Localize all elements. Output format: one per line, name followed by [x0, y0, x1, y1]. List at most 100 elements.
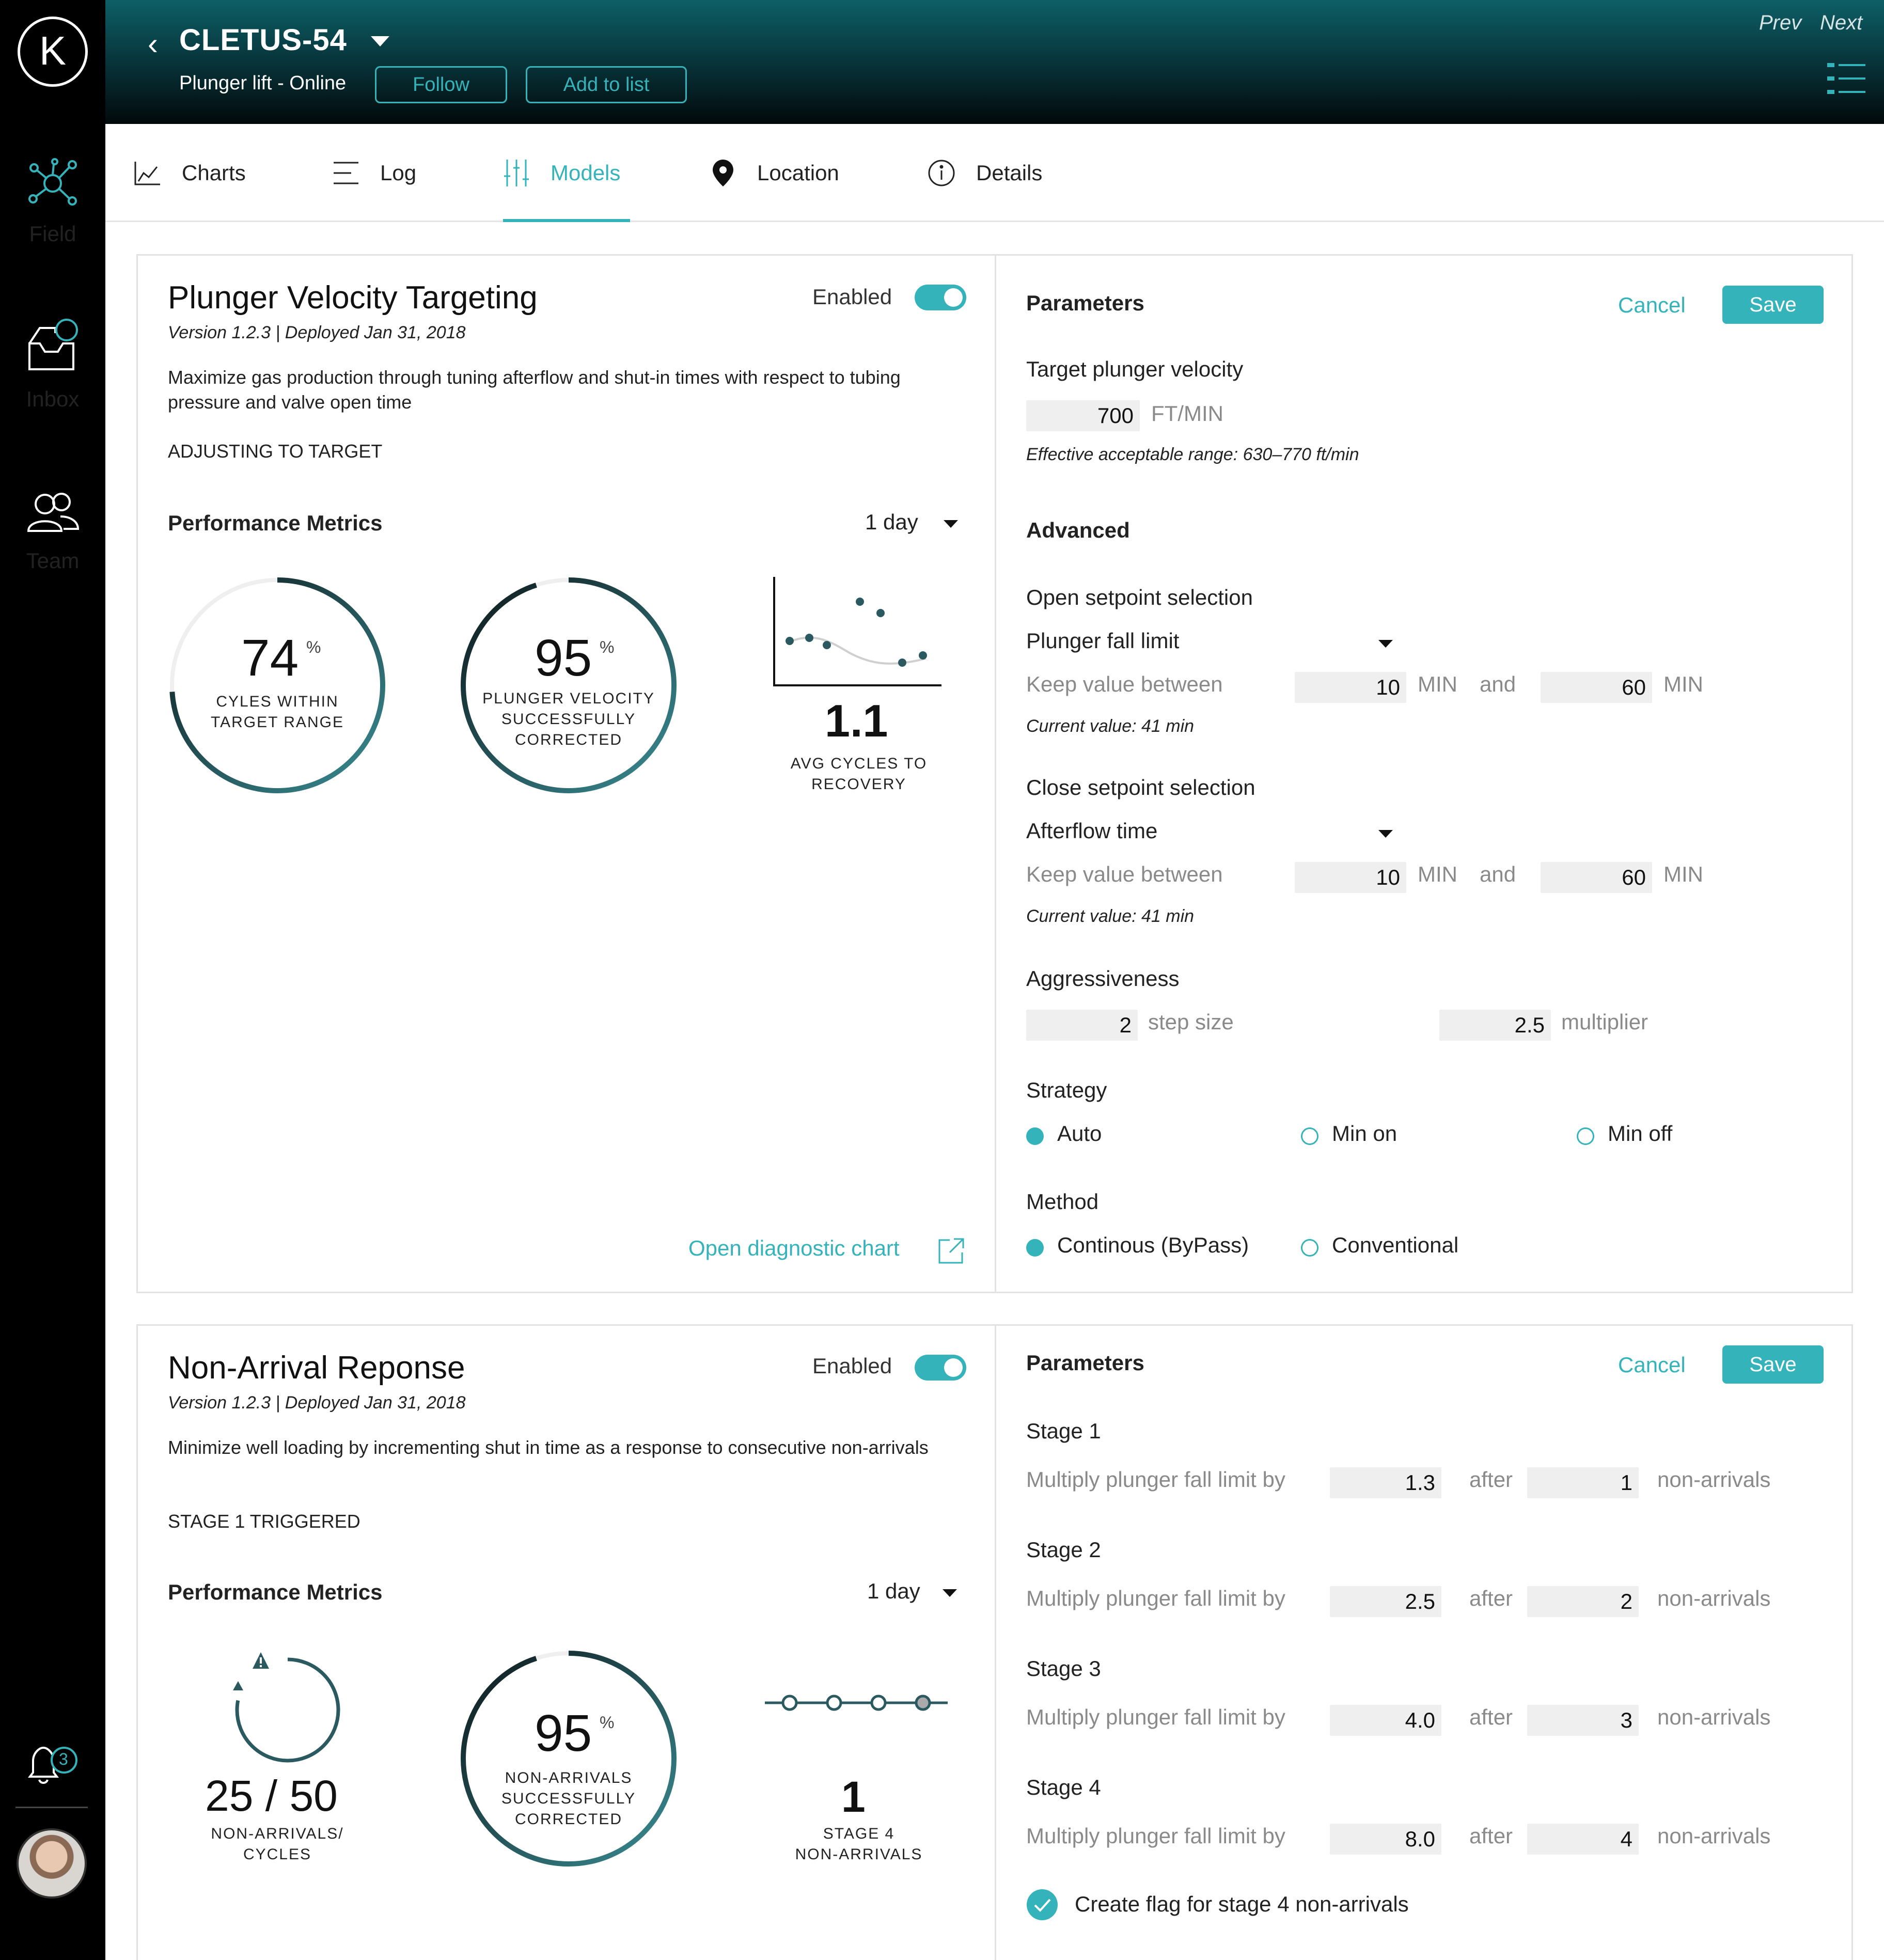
strategy-min-on-radio[interactable]	[1301, 1127, 1318, 1145]
list-toggle-icon[interactable]	[1827, 61, 1866, 97]
strategy-min-on-label[interactable]: Min on	[1332, 1121, 1397, 1146]
enabled-label-2: Enabled	[812, 1354, 892, 1378]
tab-models[interactable]: Models	[503, 124, 620, 222]
nav-inbox[interactable]: Inbox	[0, 318, 105, 412]
tab-location[interactable]: Location	[710, 124, 839, 222]
open-min-input[interactable]: 10	[1295, 672, 1406, 703]
period-select-2[interactable]: 1 day	[867, 1579, 920, 1604]
gauge2-caption-line2: SUCCESSFULLY	[501, 711, 636, 728]
open-current-value: Current value: 41 min	[1026, 716, 1195, 736]
period-select[interactable]: 1 day	[865, 510, 918, 535]
flag-label[interactable]: Create flag for stage 4 non-arrivals	[1075, 1892, 1409, 1917]
app-logo[interactable]: K	[18, 17, 88, 87]
model-card-nonarrival: Non-Arrival Reponse Enabled Version 1.2.…	[136, 1324, 1853, 1960]
close-max-input[interactable]: 60	[1541, 862, 1652, 893]
notification-count: 3	[59, 1750, 68, 1768]
model2-status: STAGE 1 TRIGGERED	[168, 1511, 360, 1532]
stat1-caption-line1: NON-ARRIVALS/	[211, 1825, 344, 1842]
save-button-2[interactable]: Save	[1722, 1345, 1824, 1384]
cancel-button-2[interactable]: Cancel	[1618, 1353, 1686, 1377]
stage1-count-input[interactable]: 1	[1527, 1467, 1639, 1498]
period-caret-icon-2[interactable]	[943, 1589, 957, 1597]
notifications[interactable]: 3	[25, 1741, 82, 1790]
stage4-count-input[interactable]: 4	[1527, 1824, 1639, 1855]
tab-active-underline	[503, 219, 630, 222]
stage1-after-label: after	[1469, 1467, 1513, 1492]
advanced-title: Advanced	[1026, 518, 1130, 542]
cancel-button[interactable]: Cancel	[1618, 293, 1686, 318]
open-setpoint-select[interactable]: Plunger fall limit	[1026, 629, 1179, 653]
enabled-label: Enabled	[812, 285, 892, 309]
step-size-input[interactable]: 2	[1026, 1010, 1138, 1041]
model-description: Maximize gas production through tuning a…	[168, 367, 901, 413]
close-setpoint-select[interactable]: Afterflow time	[1026, 819, 1157, 843]
parameters-title: Parameters	[1026, 291, 1144, 315]
flag-checkbox-icon[interactable]	[1026, 1889, 1058, 1921]
user-avatar[interactable]	[17, 1828, 87, 1899]
follow-button[interactable]: Follow	[375, 66, 507, 103]
stage1-factor-input[interactable]: 1.3	[1330, 1467, 1441, 1498]
gauge1-caption-line1: CYLES WITHIN	[216, 693, 339, 710]
prev-link[interactable]: Prev	[1759, 11, 1801, 35]
open-diagnostic-chart-link[interactable]: Open diagnostic chart	[688, 1236, 900, 1261]
method-conventional-label[interactable]: Conventional	[1332, 1233, 1458, 1258]
enabled-toggle-2[interactable]	[915, 1355, 966, 1381]
close-setpoint-caret-icon[interactable]	[1378, 830, 1393, 838]
back-chevron-icon[interactable]: ‹	[148, 26, 158, 61]
multiplier-input[interactable]: 2.5	[1439, 1010, 1551, 1041]
save-button[interactable]: Save	[1722, 286, 1824, 324]
stage3-label: Stage 3	[1026, 1656, 1101, 1681]
strategy-auto-label[interactable]: Auto	[1057, 1121, 1102, 1146]
info-icon	[928, 160, 955, 186]
stage4-after-label: after	[1469, 1824, 1513, 1848]
aggressiveness-label: Aggressiveness	[1026, 966, 1180, 991]
tab-bar: Charts Log Models Location Details	[105, 124, 1884, 222]
add-to-list-button[interactable]: Add to list	[526, 66, 687, 103]
stage3-after-label: after	[1469, 1705, 1513, 1729]
period-caret-icon[interactable]	[944, 520, 958, 528]
gauge2-unit: %	[600, 638, 615, 656]
close-min-input[interactable]: 10	[1295, 862, 1406, 893]
model-summary: Plunger Velocity Targeting Enabled Versi…	[138, 256, 996, 1292]
nav-team[interactable]: Team	[0, 490, 105, 573]
target-velocity-input[interactable]: 700	[1026, 400, 1140, 431]
stat3-caption-line1: AVG CYCLES TO	[790, 755, 928, 772]
tab-details[interactable]: Details	[928, 124, 1042, 222]
stat1-value: 25 / 50	[205, 1771, 338, 1820]
open-max-input[interactable]: 60	[1541, 672, 1652, 703]
well-dropdown-caret-icon[interactable]	[371, 36, 389, 46]
stage4-factor-input[interactable]: 8.0	[1330, 1824, 1441, 1855]
open-setpoint-caret-icon[interactable]	[1378, 640, 1393, 648]
stage4-nonarrivals-label: non-arrivals	[1657, 1824, 1771, 1848]
cycle-arc	[235, 1657, 340, 1763]
tab-details-label: Details	[976, 161, 1043, 185]
external-link-icon[interactable]	[937, 1237, 965, 1265]
metrics-title-2: Performance Metrics	[168, 1580, 383, 1604]
close-current-value: Current value: 41 min	[1026, 906, 1195, 926]
bell-icon	[28, 1746, 77, 1784]
strategy-min-off-radio[interactable]	[1577, 1127, 1594, 1145]
stage3-count-input[interactable]: 3	[1527, 1705, 1639, 1736]
model2-title: Non-Arrival Reponse	[168, 1350, 465, 1386]
stage2-count-input[interactable]: 2	[1527, 1586, 1639, 1617]
stage2-factor-input[interactable]: 2.5	[1330, 1586, 1441, 1617]
enabled-toggle[interactable]	[915, 285, 966, 310]
list-icon	[334, 162, 358, 184]
stage4-multiply-label: Multiply plunger fall limit by	[1026, 1824, 1285, 1848]
stage3-factor-input[interactable]: 4.0	[1330, 1705, 1441, 1736]
tab-log[interactable]: Log	[333, 124, 416, 222]
stat3b-value: 1	[841, 1773, 866, 1821]
sliders-icon	[504, 160, 529, 186]
method-continous-radio[interactable]	[1026, 1239, 1044, 1257]
gauge2-caption: PLUNGER VELOCITY SUCCESSFULLY CORRECTED	[465, 688, 672, 750]
method-conventional-radio[interactable]	[1301, 1239, 1318, 1257]
strategy-min-off-label[interactable]: Min off	[1608, 1121, 1672, 1146]
nav-field[interactable]: Field	[0, 158, 105, 246]
next-link[interactable]: Next	[1820, 11, 1862, 35]
tab-charts[interactable]: Charts	[134, 124, 246, 222]
recovery-sparkline	[773, 577, 941, 686]
model2-description: Minimize well loading by incrementing sh…	[168, 1437, 929, 1458]
close-and-label: and	[1480, 862, 1516, 886]
method-continous-label[interactable]: Continous (ByPass)	[1057, 1233, 1249, 1258]
strategy-auto-radio[interactable]	[1026, 1127, 1044, 1145]
